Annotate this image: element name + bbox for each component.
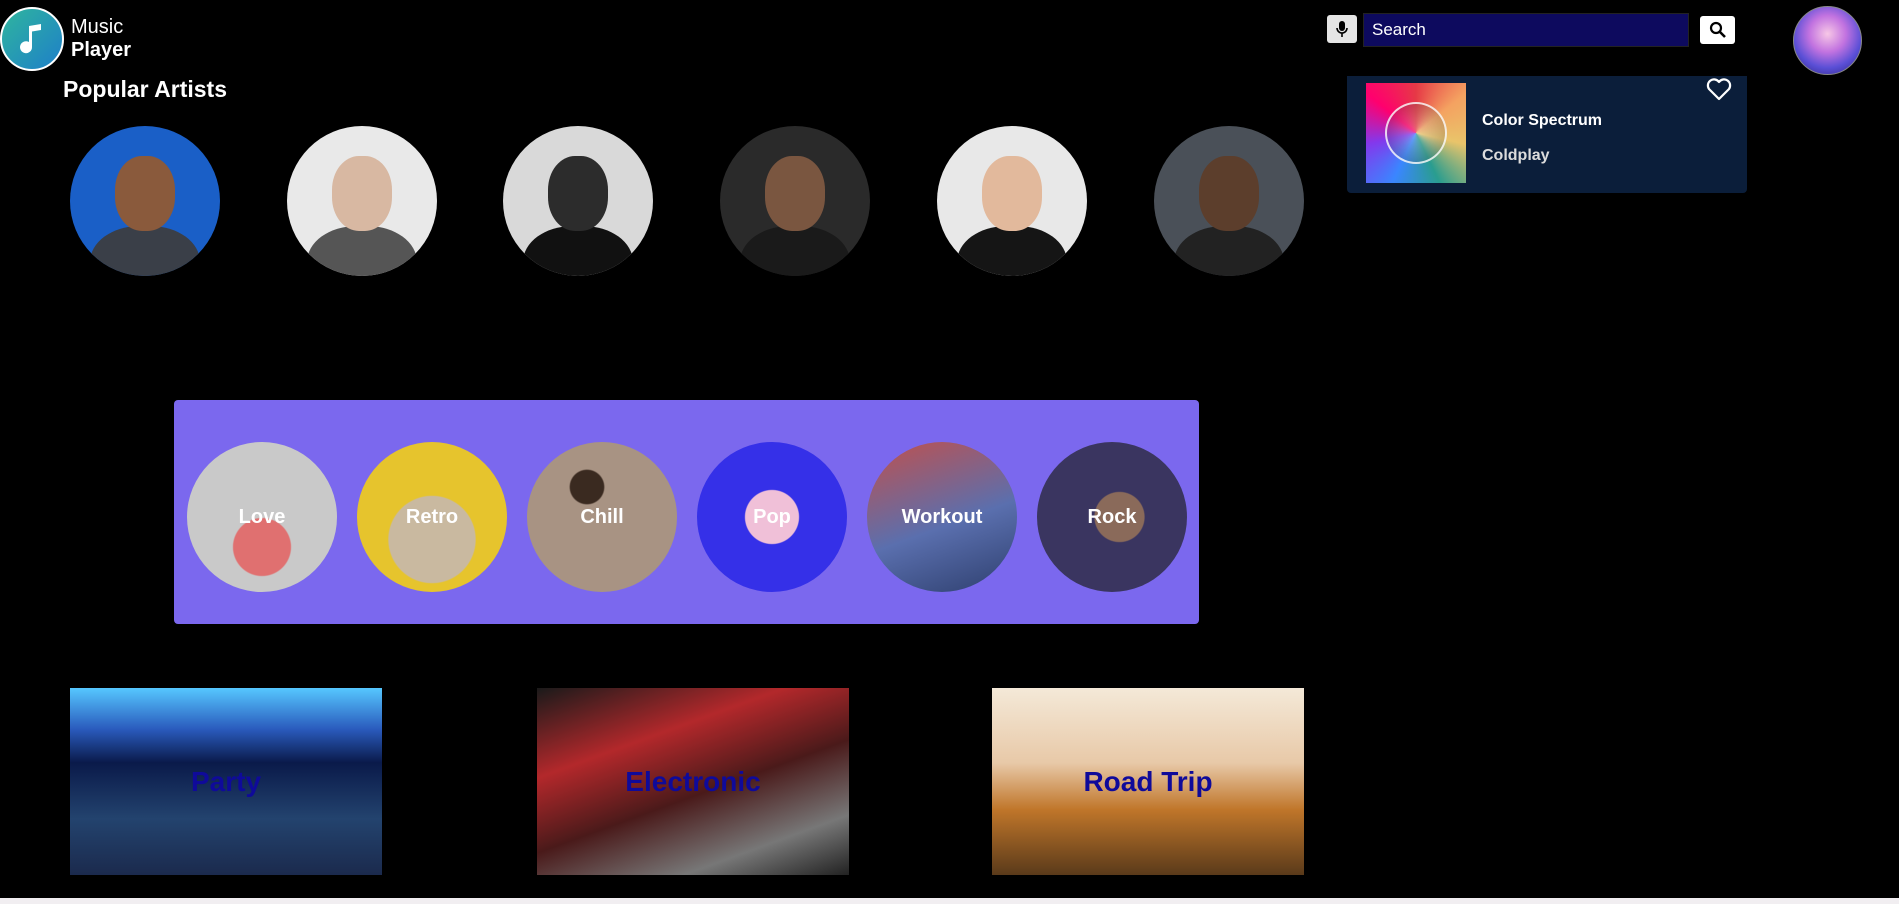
genre-retro[interactable]: Retro [357,442,507,592]
app-logo[interactable]: Music Player [0,7,131,71]
bottom-strip [0,898,1899,904]
heart-outline-icon [1706,78,1732,101]
song-title: Color Spectrum [1482,112,1603,129]
playlist-road-trip[interactable]: Road Trip [992,688,1304,875]
now-playing-card[interactable]: Color Spectrum Coldplay [1347,76,1747,193]
genre-label: Retro [405,505,459,528]
genre-label: Chill [580,505,624,528]
genre-pop[interactable]: Pop [697,442,847,592]
playlist-party[interactable]: Party [70,688,382,875]
song-artist: Coldplay [1482,147,1550,164]
genre-panel: Love Retro Chill Pop Workout Rock [174,400,1199,624]
genre-label: Pop [753,505,791,528]
album-art [1366,83,1466,183]
user-avatar[interactable] [1793,6,1862,75]
playlist-label: Electronic [625,765,761,797]
microphone-icon [1336,21,1348,37]
genre-label: Workout [901,505,983,528]
artist-avatar[interactable] [1154,126,1304,276]
genre-chill[interactable]: Chill [527,442,677,592]
artist-avatar[interactable] [720,126,870,276]
artist-avatar[interactable] [937,126,1087,276]
genre-label: Love [238,505,286,528]
popular-artists-title: Popular Artists [63,76,228,102]
search-button[interactable] [1700,16,1735,44]
app-name-line2: Player [71,39,132,61]
favorite-button[interactable] [1705,76,1733,102]
playlist-label: Party [190,765,262,797]
genre-love[interactable]: Love [187,442,337,592]
album-art-emblem [1385,102,1447,164]
playlist-electronic[interactable]: Electronic [537,688,849,875]
artist-avatar[interactable] [503,126,653,276]
genre-rock[interactable]: Rock [1037,442,1187,592]
music-note-icon [0,7,64,71]
search-input[interactable] [1363,13,1689,47]
playlist-label: Road Trip [1083,765,1213,797]
artist-avatar[interactable] [287,126,437,276]
voice-search-button[interactable] [1327,15,1357,43]
genre-workout[interactable]: Workout [867,442,1017,592]
artist-avatar[interactable] [70,126,220,276]
search-icon [1709,21,1726,38]
genre-label: Rock [1087,505,1137,528]
app-name-line1: Music [71,16,124,38]
app-name: Music Player [71,16,131,62]
